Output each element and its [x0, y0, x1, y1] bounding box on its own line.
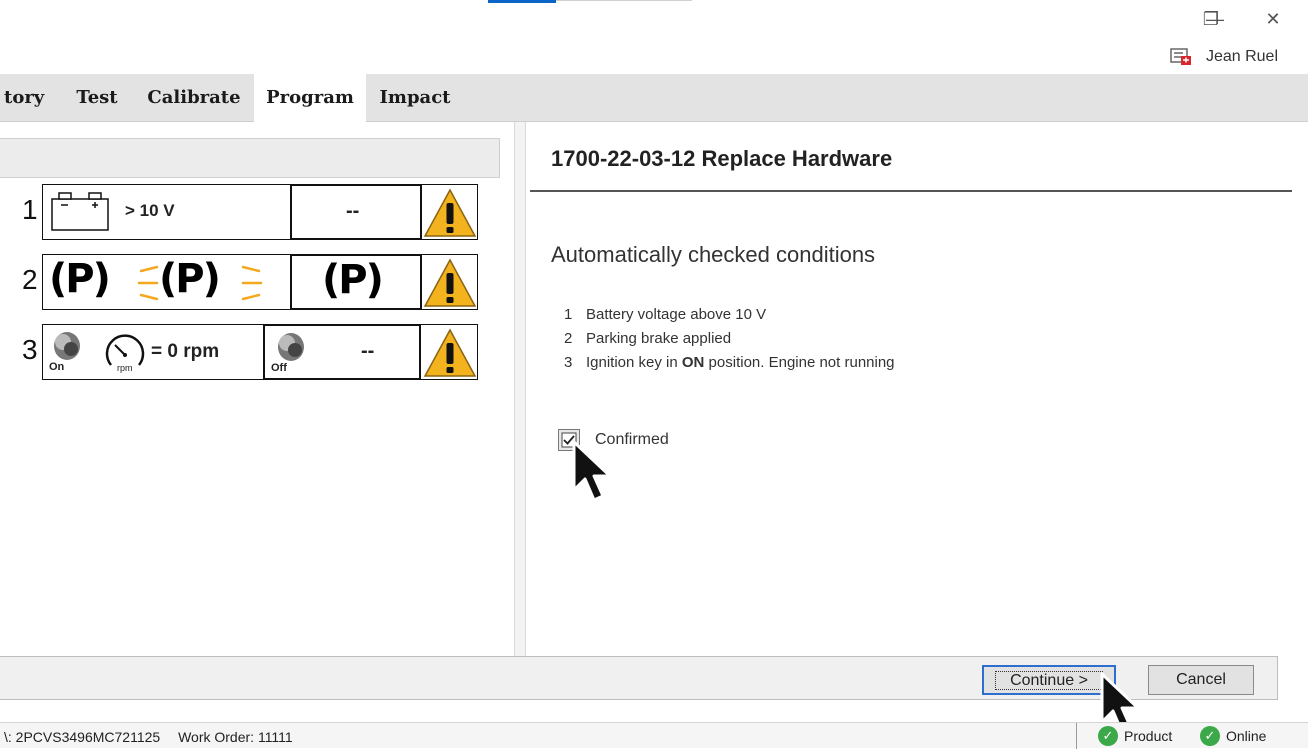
procedure-title: 1700-22-03-12 Replace Hardware: [551, 146, 893, 171]
title-divider: [556, 0, 692, 1]
parking-brake-icon: (P): [159, 256, 221, 302]
engine-requirement: = 0 rpm: [151, 341, 220, 362]
vin-text: \: 2PCVS3496MC721125: [4, 729, 161, 745]
ignition-key-off-icon: [278, 333, 304, 361]
conditions-header: [0, 138, 500, 178]
product-status: ✓ Product: [1098, 726, 1172, 746]
condition-box: On rpm = 0 rpm Off --: [42, 324, 478, 380]
active-window-indicator: [488, 0, 556, 3]
close-icon: ✕: [1265, 9, 1281, 29]
user-card-icon: [1170, 48, 1191, 65]
condition-item-text: Ignition key in: [586, 354, 682, 371]
continue-label: Continue >: [995, 671, 1103, 690]
title-divider: [530, 190, 1292, 192]
vehicle-info: \: 2PCVS3496MC721125 Work Order: 11111: [4, 729, 307, 745]
condition-item: 2 Parking brake applied: [560, 330, 731, 347]
check-circle-icon: ✓: [1098, 726, 1118, 746]
battery-value-cell: --: [290, 184, 422, 240]
tab-bar: tory Test Calibrate Program Impact: [0, 74, 1308, 122]
ignition-current-value: --: [361, 340, 375, 362]
rpm-label: rpm: [117, 363, 133, 373]
parking-brake-icon: (P): [49, 256, 111, 302]
tab-history[interactable]: tory: [0, 74, 62, 122]
conditions-heading: Automatically checked conditions: [551, 242, 876, 267]
condition-item-text: position. Engine not running: [704, 354, 895, 371]
key-off-label: Off: [271, 362, 287, 374]
tab-test[interactable]: Test: [62, 74, 132, 122]
warning-icon: [423, 328, 477, 377]
condition-row: 1 > 10 V --: [0, 184, 480, 242]
restore-icon: ❐: [1202, 9, 1220, 29]
condition-item: 1 Battery voltage above 10 V: [560, 306, 766, 323]
online-status: ✓ Online: [1200, 726, 1266, 746]
condition-item-number: 3: [564, 354, 573, 371]
warning-icon: [423, 258, 477, 307]
user-area[interactable]: Jean Ruel: [1170, 45, 1278, 69]
action-bar: Continue > Cancel: [0, 656, 1278, 700]
condition-item-number: 1: [564, 306, 573, 323]
key-on-label: On: [49, 361, 65, 373]
check-circle-icon: ✓: [1200, 726, 1220, 746]
condition-item-text: Battery voltage above 10 V: [586, 306, 767, 323]
battery-current-value: --: [346, 200, 360, 222]
condition-item: 3 Ignition key in ON position. Engine not…: [560, 354, 895, 371]
battery-icon: [51, 192, 109, 231]
restore-button[interactable]: ❐: [1196, 6, 1226, 32]
condition-item-emphasis: ON: [681, 354, 705, 371]
status-separator: [1076, 723, 1077, 749]
cancel-button[interactable]: Cancel: [1148, 665, 1254, 695]
close-button[interactable]: ✕: [1258, 6, 1288, 32]
continue-button[interactable]: Continue >: [982, 665, 1116, 695]
tab-calibrate[interactable]: Calibrate: [136, 74, 252, 122]
product-status-label: Product: [1124, 728, 1173, 744]
condition-number: 3: [22, 334, 38, 365]
parking-brake-value-cell: (P): [290, 254, 422, 310]
work-order-text: Work Order: 11111: [178, 729, 293, 745]
condition-box: (P) (P) (P): [42, 254, 478, 310]
battery-requirement: > 10 V: [125, 201, 175, 220]
warning-icon: [423, 188, 477, 237]
online-status-label: Online: [1226, 728, 1267, 744]
condition-item-number: 2: [564, 330, 573, 347]
tab-impact[interactable]: Impact: [368, 74, 462, 122]
condition-number: 2: [22, 264, 38, 295]
condition-box: > 10 V --: [42, 184, 478, 240]
condition-row: 3 On rpm = 0 rpm Off --: [0, 324, 480, 382]
condition-row: 2 (P) (P) (P): [0, 254, 480, 312]
tab-program[interactable]: Program: [254, 74, 366, 122]
ignition-key-on-icon: [54, 332, 80, 360]
ignition-value-cell: Off --: [263, 324, 421, 380]
condition-item-text: Parking brake applied: [586, 330, 732, 347]
mouse-pointer-icon: [572, 440, 612, 502]
pane-splitter[interactable]: [514, 122, 526, 656]
condition-number: 1: [22, 194, 38, 225]
parking-brake-current-value: (P): [322, 257, 384, 303]
user-name: Jean Ruel: [1205, 48, 1278, 65]
status-bar: \: 2PCVS3496MC721125 Work Order: 11111 ✓…: [0, 722, 1308, 749]
